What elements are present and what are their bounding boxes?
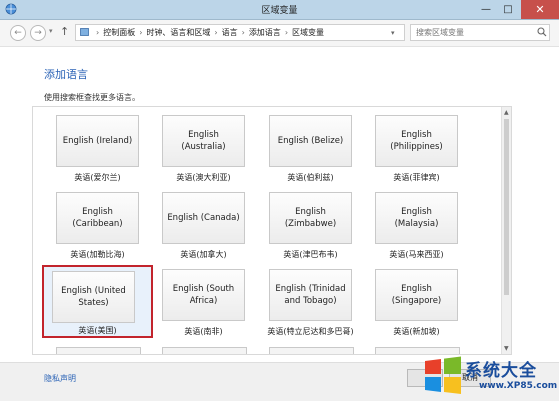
language-native-name: 英语(菲律宾) [393,173,440,182]
back-button[interactable]: ← [10,25,26,41]
language-native-name: 英语(加拿大) [180,250,227,259]
up-button[interactable]: ↑ [60,25,69,38]
language-tile[interactable]: English (Zimbabwe) 英语(津巴布韦) [263,192,370,272]
language-tile-button[interactable]: English (Belize) [269,115,352,167]
language-tile-button[interactable]: English (Canada) [162,192,245,244]
language-native-name: 英语(爱尔兰) [74,173,121,182]
forward-button[interactable]: → [30,25,46,41]
language-tile[interactable]: English (Singapore) 英语(新加坡) [369,269,476,349]
title-bar: 区域变量 — □ ✕ [0,0,559,20]
crumb-separator: › [241,28,245,37]
windows-logo-icon [425,356,461,394]
language-tile-button[interactable]: English (Zimbabwe) [269,192,352,244]
breadcrumb[interactable]: › 控制面板 › 时钟、语言和区域 › 语言 › 添加语言 › 区域变量 [75,24,405,41]
language-native-name: 英语(新加坡) [393,327,440,336]
language-tile-button[interactable]: English (South Africa) [162,269,245,321]
language-tile-partial[interactable] [56,347,141,354]
language-native-name: 英语(伯利兹) [287,173,334,182]
language-native-name: 英语(南非) [184,327,223,336]
scrollbar-thumb[interactable] [504,119,509,295]
language-tile[interactable]: English (Belize) 英语(伯利兹) [263,115,370,195]
crumb-regional-variants[interactable]: 区域变量 [292,28,324,37]
language-native-name: 英语(津巴布韦) [283,250,338,259]
scroll-up-icon[interactable]: ▲ [504,109,509,116]
language-tile[interactable]: English (Australia) 英语(澳大利亚) [156,115,263,195]
close-button[interactable]: ✕ [521,0,559,19]
crumb-separator: › [139,28,143,37]
vertical-scrollbar[interactable]: ▲ ▼ [501,107,511,354]
crumb-separator: › [96,28,100,37]
crumb-separator: › [214,28,218,37]
language-tile-partial[interactable] [162,347,247,354]
path-dropdown-icon[interactable]: ▾ [391,29,395,37]
language-tile-button[interactable]: English (Philippines) [375,115,458,167]
search-input[interactable] [410,24,550,41]
language-tile[interactable]: English (South Africa) 英语(南非) [156,269,263,349]
privacy-statement-link[interactable]: 隐私声明 [44,373,76,384]
crumb-separator: › [284,28,289,37]
maximize-button[interactable]: □ [497,0,519,19]
language-tile-selected[interactable]: English (United States) 英语(美国) [42,265,153,338]
language-tile-button[interactable]: English (Malaysia) [375,192,458,244]
language-native-name: 英语(加勒比海) [70,250,125,259]
crumb-control-panel[interactable]: 控制面板 [103,28,135,37]
minimize-button[interactable]: — [475,0,497,19]
language-native-name: 英语(特立尼达和多巴哥) [267,327,354,336]
control-panel-icon [80,28,89,36]
search-icon[interactable] [537,27,547,37]
watermark-title: 系统大全 [465,361,537,381]
language-tile-button[interactable]: English (Australia) [162,115,245,167]
crumb-add-language[interactable]: 添加语言 [249,28,281,37]
watermark-url: www.XP85.com [479,381,558,391]
crumb-language[interactable]: 语言 [222,28,238,37]
page-title: 添加语言 [44,68,88,81]
crumb-clock-language-region[interactable]: 时钟、语言和区域 [146,28,210,37]
language-tile-partial[interactable] [269,347,354,354]
language-native-name: 英语(马来西亚) [389,250,444,259]
watermark: 系统大全 www.XP85.com [423,351,559,400]
language-tile[interactable]: English (Caribbean) 英语(加勒比海) [50,192,157,272]
language-tile-button[interactable]: English (Caribbean) [56,192,139,244]
recent-locations-chevron-icon[interactable]: ▾ [49,27,53,35]
address-bar: ← → ▾ ↑ › 控制面板 › 时钟、语言和区域 › 语言 › 添加语言 › 区域变量 ▾ [0,20,559,47]
language-tile-button[interactable]: English (Singapore) [375,269,458,321]
language-tile[interactable]: English (Malaysia) 英语(马来西亚) [369,192,476,272]
language-tile[interactable]: English (Canada) 英语(加拿大) [156,192,263,272]
language-tile[interactable]: English (Ireland) 英语(爱尔兰) [50,115,157,195]
page-description: 使用搜索框查找更多语言。 [44,93,140,102]
language-tile-button[interactable]: English (United States) [52,271,135,323]
language-tile-button[interactable]: English (Trinidad and Tobago) [269,269,352,321]
language-native-name: 英语(澳大利亚) [176,173,231,182]
language-native-name: 英语(美国) [78,326,117,335]
language-tile[interactable]: English (Philippines) 英语(菲律宾) [369,115,476,195]
language-tile[interactable]: English (Trinidad and Tobago) 英语(特立尼达和多巴… [263,269,370,349]
language-list[interactable]: English (Ireland) 英语(爱尔兰) English (Austr… [32,106,512,355]
language-tile-button[interactable]: English (Ireland) [56,115,139,167]
